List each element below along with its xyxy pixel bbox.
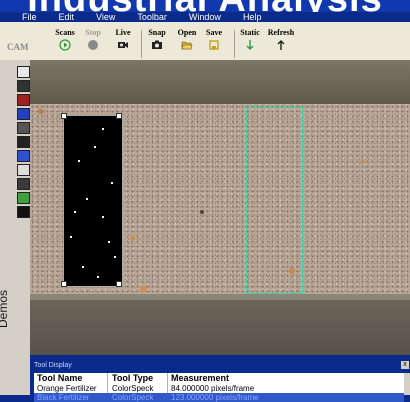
snap-button[interactable]: Snap — [142, 28, 172, 51]
column-header[interactable]: Tool Name — [37, 374, 82, 383]
measure-tool[interactable] — [17, 164, 30, 176]
roi-resize-handle[interactable] — [116, 281, 122, 287]
table-row[interactable]: Orange Fertilizer ColorSpeck 84.000000 p… — [34, 384, 404, 393]
table-row-selected[interactable]: Black Fertilizer ColorSpeck 123.000000 p… — [34, 393, 404, 402]
tool-display-title: Tool Display — [34, 362, 72, 369]
table-header-row: Tool Name Tool Type Measurement — [34, 374, 404, 383]
fertilizer-pellet — [38, 109, 44, 114]
roi-resize-handle[interactable] — [61, 113, 67, 119]
menu-help[interactable]: Help — [243, 12, 262, 22]
snapshot-icon — [152, 40, 162, 49]
menu-file[interactable]: File — [22, 12, 37, 22]
stop-button[interactable]: Stop — [78, 28, 108, 51]
menu-bar: File Edit View Toolbar Window Help — [0, 12, 410, 22]
camera-icon — [118, 42, 128, 48]
scans-label: Scans — [55, 28, 75, 37]
fertilizer-pellet — [360, 160, 365, 164]
tool-display-table: Tool Name Tool Type Measurement Orange F… — [34, 373, 404, 402]
fertilizer-pellet — [130, 236, 135, 241]
fertilizer-pellet — [140, 286, 147, 292]
column-header[interactable]: Measurement — [171, 374, 229, 383]
play-circle-icon — [59, 39, 71, 51]
open-button[interactable]: Open — [172, 28, 202, 51]
blue-tool[interactable] — [17, 108, 30, 120]
measurement-cell: 123.000000 pixels/frame — [171, 393, 259, 402]
column-header[interactable]: Tool Type — [112, 374, 153, 383]
measurement-cell: 84.000000 pixels/frame — [171, 384, 255, 393]
menu-window[interactable]: Window — [189, 12, 221, 22]
menu-view[interactable]: View — [96, 12, 115, 22]
toolbar-section-label: CAM — [7, 42, 29, 52]
conveyor-rail-top — [30, 60, 410, 104]
tool-name-cell: Black Fertilizer — [37, 393, 90, 402]
black-fertilizer-roi[interactable] — [63, 115, 123, 287]
folder-open-icon — [181, 41, 193, 50]
save-button[interactable]: Save — [199, 28, 229, 51]
camera-image-viewer[interactable] — [30, 60, 410, 355]
open-label: Open — [177, 28, 197, 37]
table-scrollbar[interactable] — [404, 373, 410, 395]
demos-tab[interactable]: Demos — [0, 278, 16, 338]
stop-circle-icon — [88, 40, 98, 50]
menu-edit[interactable]: Edit — [59, 12, 75, 22]
arrow-up-icon — [277, 40, 285, 50]
static-button[interactable]: Static — [235, 28, 265, 51]
region-tool[interactable] — [17, 150, 30, 162]
live-label: Live — [115, 28, 131, 37]
left-tool-palette: Demos — [0, 60, 31, 395]
live-button[interactable]: Live — [108, 28, 138, 51]
refresh-label: Refresh — [267, 28, 295, 37]
menu-toolbar[interactable]: Toolbar — [137, 12, 167, 22]
pattern-tool[interactable] — [17, 122, 30, 134]
arrow-down-icon — [246, 40, 254, 50]
close-icon[interactable]: x — [401, 361, 409, 369]
roi-resize-handle[interactable] — [61, 281, 67, 287]
scans-button[interactable]: Scans — [50, 28, 80, 51]
save-label: Save — [206, 28, 222, 37]
conveyor-rail-bottom — [30, 294, 410, 355]
orange-fertilizer-roi[interactable] — [246, 107, 303, 294]
tool-display-panel: Tool Display x Tool Name Tool Type Measu… — [30, 355, 410, 402]
green-tool[interactable] — [17, 192, 30, 204]
pointer-tool[interactable] — [17, 66, 30, 78]
refresh-button[interactable]: Refresh — [266, 28, 296, 51]
tool-type-cell: ColorSpeck — [112, 393, 154, 402]
app-window: File Edit View Toolbar Window Help CAM Scans … — [0, 12, 410, 402]
color-tool[interactable] — [17, 94, 30, 106]
toolbar: CAM Scans Stop Live Snap Open Save Stati… — [0, 22, 410, 61]
tool-type-cell: ColorSpeck — [112, 384, 154, 393]
blob-tool[interactable] — [17, 178, 30, 190]
roi-resize-handle[interactable] — [116, 113, 122, 119]
static-label: Static — [240, 28, 260, 37]
save-icon — [209, 40, 219, 50]
fertilizer-pellet — [200, 210, 204, 214]
snap-label: Snap — [148, 28, 166, 37]
tool-name-cell: Orange Fertilizer — [37, 384, 97, 393]
demos-label: Demos — [0, 289, 11, 329]
dark-tool[interactable] — [17, 136, 30, 148]
flag-tool[interactable] — [17, 206, 30, 218]
stop-label: Stop — [85, 28, 101, 37]
grid-tool[interactable] — [17, 80, 30, 92]
